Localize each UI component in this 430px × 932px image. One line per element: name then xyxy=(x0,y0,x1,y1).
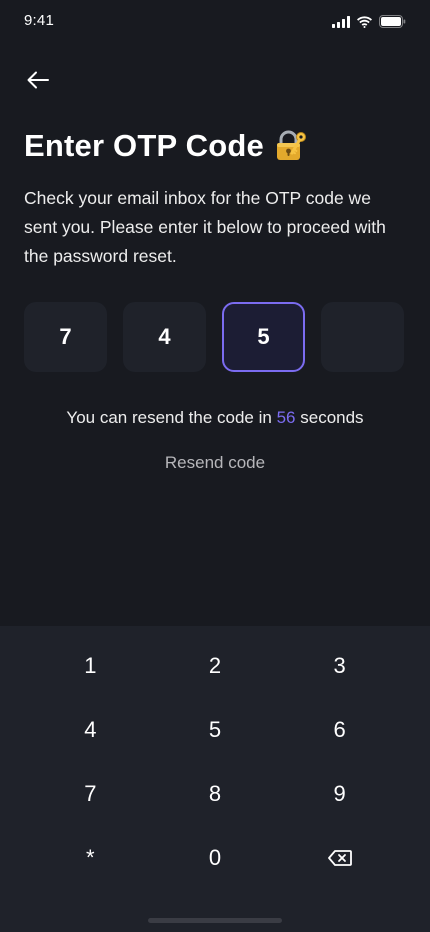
backspace-icon xyxy=(327,850,352,866)
otp-input-group: 7 4 5 xyxy=(24,302,404,372)
resend-suffix: seconds xyxy=(300,408,364,427)
home-indicator xyxy=(148,918,282,923)
key-asterisk[interactable]: * xyxy=(28,826,153,890)
keypad-grid: 1 2 3 4 5 6 7 8 9 * 0 xyxy=(28,634,402,890)
status-time: 9:41 xyxy=(24,12,54,29)
key-3[interactable]: 3 xyxy=(277,634,402,698)
otp-digit-1[interactable]: 7 xyxy=(24,302,107,372)
key-5[interactable]: 5 xyxy=(153,698,278,762)
page-title: Enter OTP Code xyxy=(24,128,264,163)
wifi-icon xyxy=(357,15,372,28)
otp-digit-2[interactable]: 4 xyxy=(123,302,206,372)
otp-screen: 9:41 Enter OTP Code Check your email inb… xyxy=(0,0,430,932)
resend-code-button[interactable]: Resend code xyxy=(0,453,430,473)
key-backspace[interactable] xyxy=(277,826,402,890)
otp-digit-3[interactable]: 5 xyxy=(222,302,305,372)
title-row: Enter OTP Code xyxy=(24,128,308,164)
instructions-text: Check your email inbox for the OTP code … xyxy=(24,188,386,266)
status-icons xyxy=(332,15,406,28)
countdown-seconds: 56 xyxy=(276,408,296,427)
key-6[interactable]: 6 xyxy=(277,698,402,762)
locked-with-key-icon xyxy=(276,130,306,160)
key-4[interactable]: 4 xyxy=(28,698,153,762)
key-8[interactable]: 8 xyxy=(153,762,278,826)
key-0[interactable]: 0 xyxy=(153,826,278,890)
cellular-signal-icon xyxy=(332,15,350,28)
numeric-keypad: 1 2 3 4 5 6 7 8 9 * 0 xyxy=(0,626,430,932)
otp-digit-4[interactable] xyxy=(321,302,404,372)
key-9[interactable]: 9 xyxy=(277,762,402,826)
key-2[interactable]: 2 xyxy=(153,634,278,698)
back-button[interactable] xyxy=(24,68,52,92)
key-7[interactable]: 7 xyxy=(28,762,153,826)
key-1[interactable]: 1 xyxy=(28,634,153,698)
arrow-left-icon xyxy=(27,71,49,89)
resend-countdown-text: You can resend the code in 56 seconds xyxy=(0,408,430,428)
status-bar: 9:41 xyxy=(0,0,430,44)
resend-prefix: You can resend the code in xyxy=(66,408,272,427)
battery-icon xyxy=(379,15,406,28)
